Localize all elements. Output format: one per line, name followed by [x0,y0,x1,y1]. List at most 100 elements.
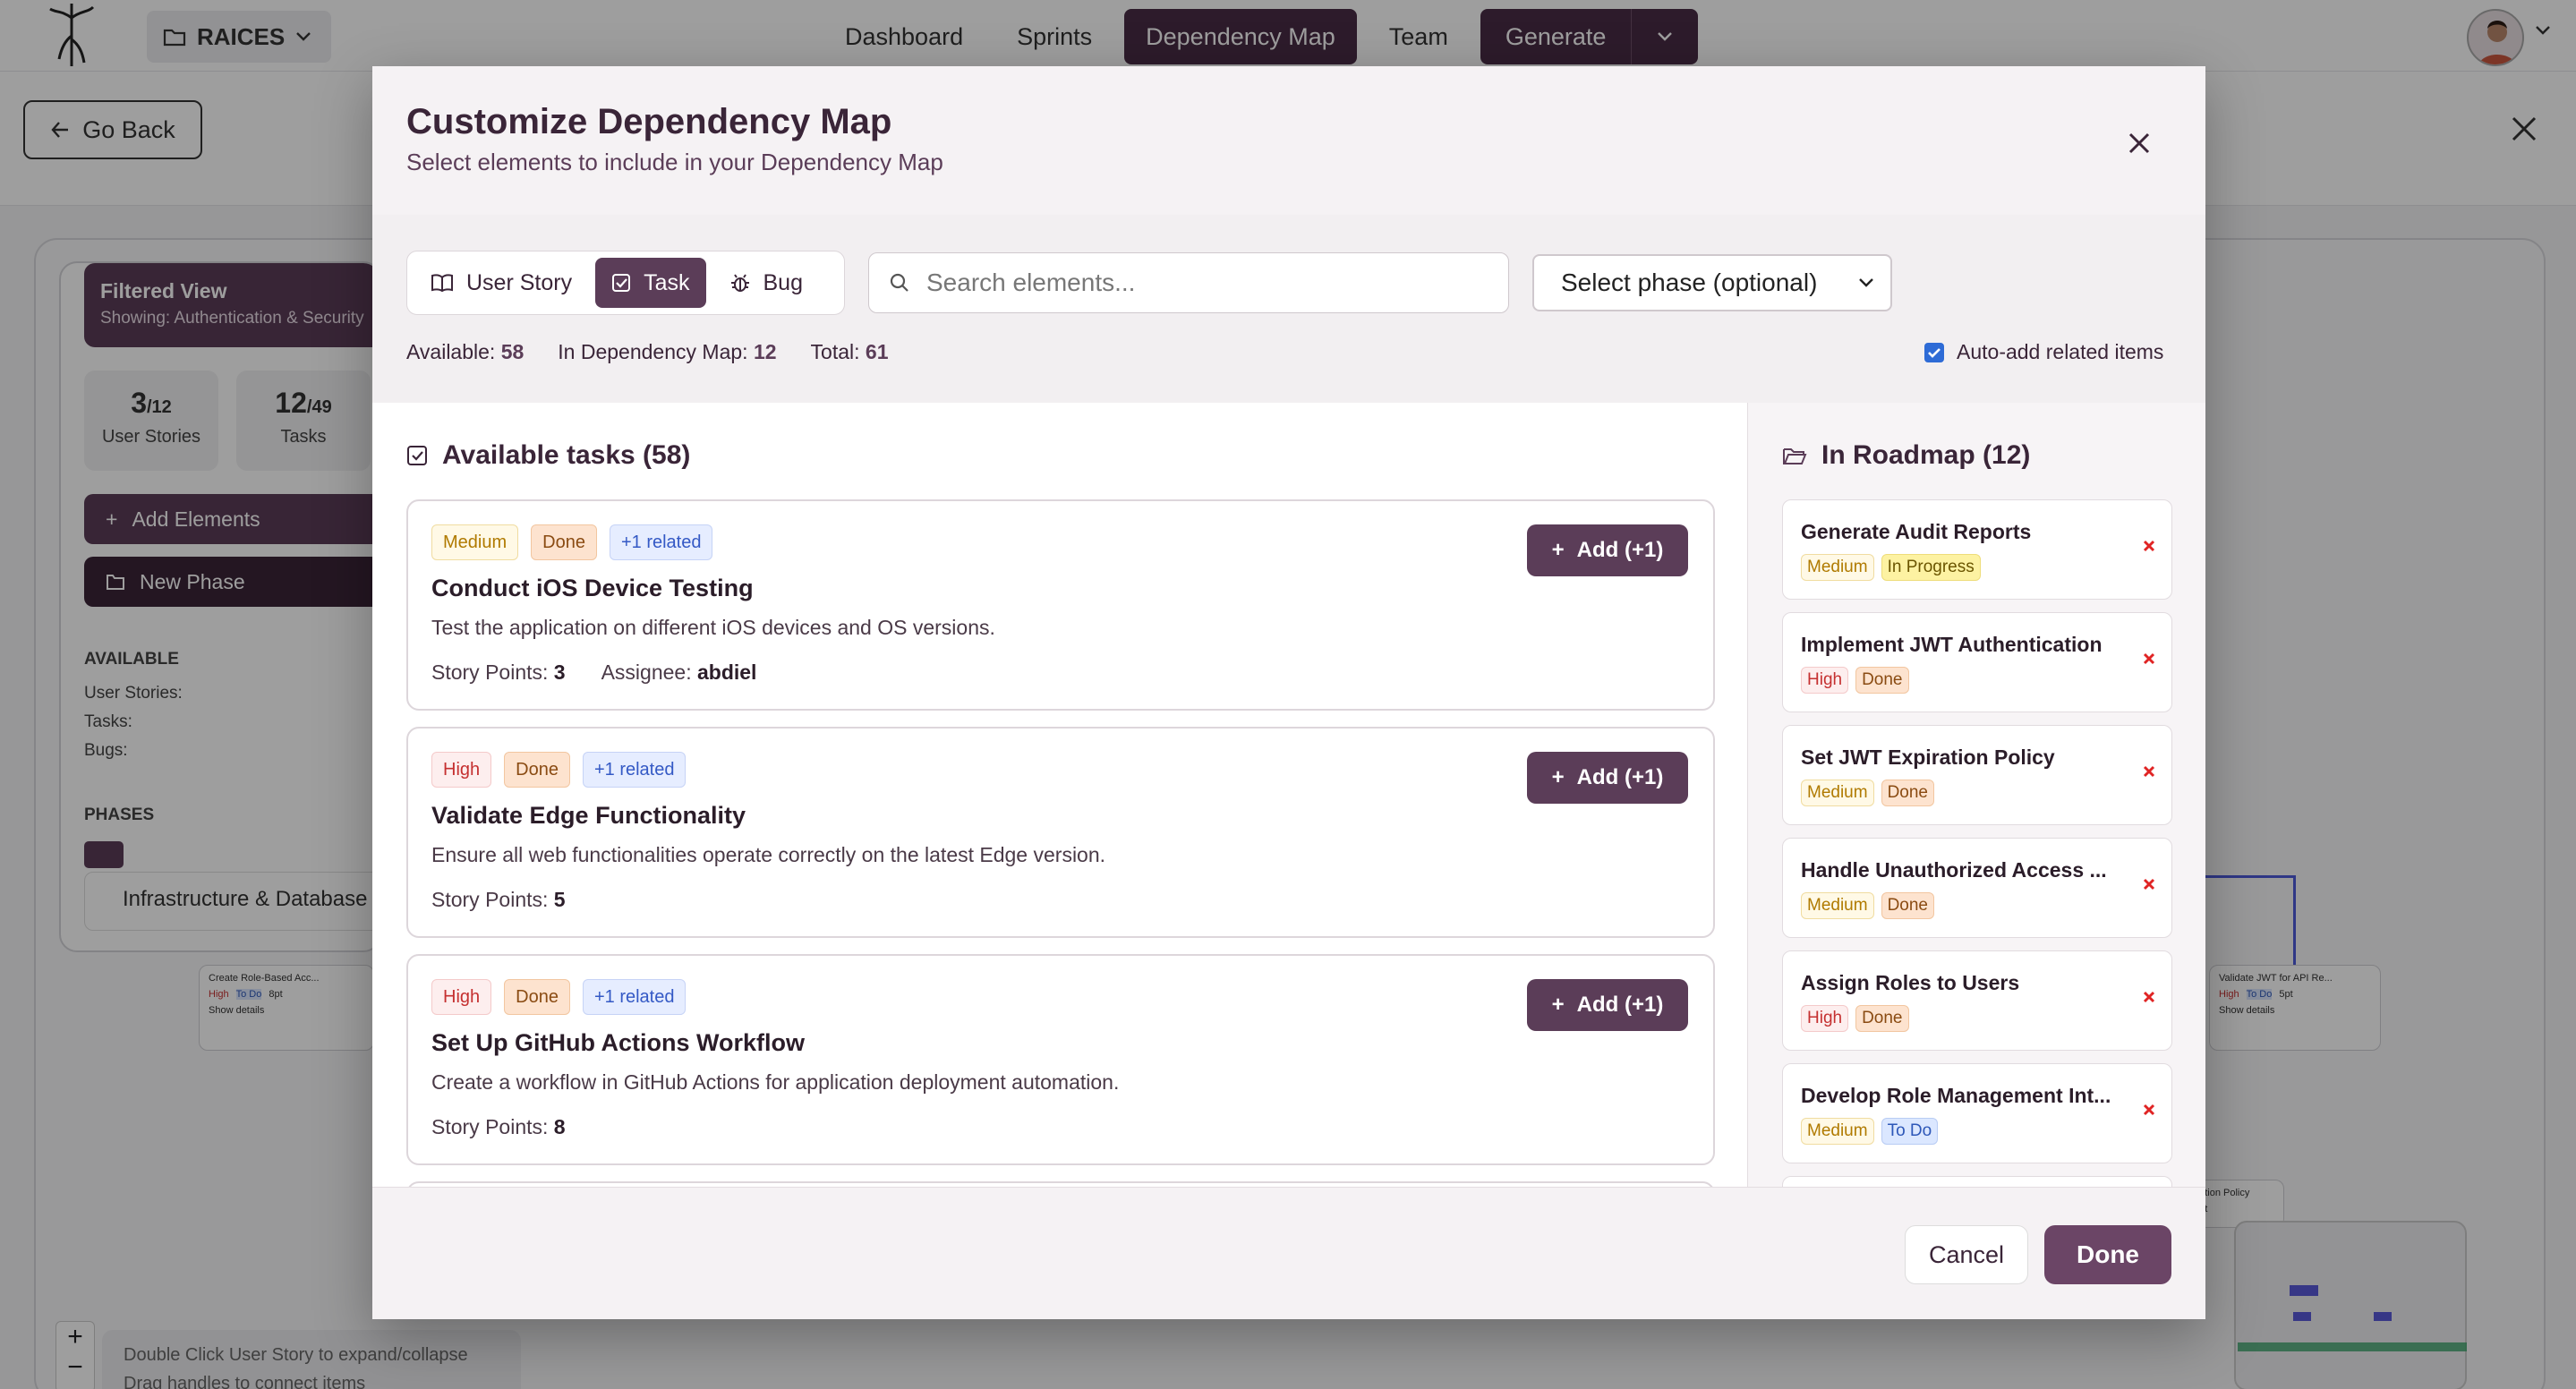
remove-icon[interactable] [2137,534,2161,558]
roadmap-item-title: Implement JWT Authentication [1801,633,2103,656]
roadmap-item-title: Set JWT Expiration Policy [1801,746,2055,769]
element-counts: Available: 58 In Dependency Map: 12 Tota… [406,340,889,364]
related-badge: +1 related [582,752,687,788]
roadmap-item-title: Generate Audit Reports [1801,520,2032,543]
assignee: Assignee: abdiel [601,660,757,684]
story-points: Story Points: 8 [431,1115,566,1138]
add-task-button[interactable]: + Add (+1) [1527,979,1688,1031]
roadmap-item: Implement JWT Authentication High Done [1782,612,2172,712]
plus-icon: + [1551,765,1565,789]
related-badge: +1 related [582,979,687,1015]
priority-badge: Medium [1801,892,1874,919]
roadmap-item: Set JWT Expiration Policy Medium Done [1782,725,2172,825]
task-description: Ensure all web functionalities operate c… [431,843,1106,866]
dialog-footer: Cancel Done [372,1187,2205,1319]
roadmap-item: Generate Audit Reports Medium In Progres… [1782,499,2172,600]
plus-icon: + [1551,538,1565,562]
done-button[interactable]: Done [2044,1225,2171,1284]
remove-icon[interactable] [2137,1098,2161,1121]
task-title: Conduct iOS Device Testing [431,575,754,601]
priority-badge: Medium [1801,780,1874,806]
in-roadmap-heading: In Roadmap (12) [1782,440,2030,471]
remove-icon[interactable] [2137,647,2161,670]
remove-icon[interactable] [2137,873,2161,896]
remove-icon[interactable] [2137,985,2161,1009]
search-box [868,252,1509,313]
add-button-label: Add (+1) [1576,993,1664,1017]
priority-badge: High [431,979,492,1015]
in-roadmap-title: In Roadmap (12) [1821,440,2031,470]
status-badge: Done [1881,892,1934,919]
search-input[interactable] [926,268,1463,297]
status-badge: Done [1855,1005,1909,1032]
task-title: Validate Edge Functionality [431,802,746,829]
priority-badge: High [431,752,492,788]
auto-add-toggle[interactable]: Auto-add related items [1924,340,2163,364]
roadmap-item-title: Assign Roles to Users [1801,971,2020,994]
close-icon[interactable] [2121,125,2157,161]
dialog-title: Customize Dependency Map [406,102,892,141]
task-description: Test the application on different iOS de… [431,616,995,639]
roadmap-item-title: Handle Unauthorized Access ... [1801,858,2107,882]
status-badge: Done [1855,667,1909,694]
roadmap-item: Assign Roles to Users High Done [1782,950,2172,1051]
add-button-label: Add (+1) [1576,538,1664,562]
total-count: Total: 61 [810,340,889,363]
phase-select[interactable]: Select phase (optional) [1532,254,1892,311]
in-roadmap-panel[interactable]: In Roadmap (12) Generate Audit Reports M… [1747,403,2205,1187]
roadmap-item: Develop Role Management Int... Medium To… [1782,1063,2172,1163]
plus-icon: + [1551,993,1565,1017]
available-tasks-title: Available tasks (58) [442,440,691,470]
task-title: Set Up GitHub Actions Workflow [431,1029,805,1056]
related-badge: +1 related [609,524,713,560]
task-description: Create a workflow in GitHub Actions for … [431,1070,1120,1094]
priority-badge: Medium [1801,554,1874,581]
chevron-down-icon [1859,278,1873,287]
type-label: Bug [763,269,803,295]
book-icon [431,274,453,293]
status-badge: In Progress [1881,554,1981,581]
status-badge: Done [504,752,570,788]
available-tasks-heading: Available tasks (58) [406,440,690,471]
roadmap-item-title: Develop Role Management Int... [1801,1084,2111,1107]
status-badge: To Do [1881,1118,1939,1145]
bug-icon [730,274,749,292]
available-tasks-panel[interactable]: Available tasks (58) Medium Done +1 rela… [372,403,1747,1187]
customize-dependency-map-dialog: Customize Dependency Map Select elements… [372,66,2205,1319]
status-badge: Done [531,524,597,560]
available-count: Available: 58 [406,340,525,363]
status-badge: Done [1881,780,1934,806]
auto-add-label: Auto-add related items [1957,340,2164,363]
priority-badge: High [1801,1005,1849,1032]
checkbox-icon [612,274,631,292]
in-map-count: In Dependency Map: 12 [558,340,777,363]
add-button-label: Add (+1) [1576,765,1664,789]
add-task-button[interactable]: + Add (+1) [1527,524,1688,576]
phase-select-value: Select phase (optional) [1561,268,1818,296]
type-label: Task [644,269,690,295]
cancel-button[interactable]: Cancel [1905,1225,2028,1284]
roadmap-item: Handle Unauthorized Access ... Medium Do… [1782,838,2172,938]
check-icon [1928,347,1941,358]
priority-badge: High [1801,667,1849,694]
task-card: Medium Done +1 related Conduct iOS Devic… [406,499,1715,711]
type-user-story-button[interactable]: User Story [414,258,588,308]
status-badge: Done [504,979,570,1015]
priority-badge: Medium [1801,1118,1874,1145]
folder-open-icon [1783,448,1807,464]
priority-badge: Medium [431,524,519,560]
task-card: High Done +1 related Set Up GitHub Actio… [406,954,1715,1165]
roadmap-item [1782,1176,2172,1187]
type-bug-button[interactable]: Bug [713,258,819,308]
checkbox-icon [407,446,427,465]
type-task-button[interactable]: Task [595,258,706,308]
story-points: Story Points: 3 [431,660,566,684]
task-card: High Done +1 related Validate Edge Funct… [406,727,1715,938]
add-task-button[interactable]: + Add (+1) [1527,752,1688,804]
story-points: Story Points: 5 [431,888,566,911]
remove-icon[interactable] [2137,760,2161,783]
dialog-header: Customize Dependency Map Select elements… [372,66,2205,215]
auto-add-checkbox[interactable] [1924,342,1944,362]
search-icon [890,273,908,292]
element-type-toggle: User Story Task Bug [406,251,845,315]
